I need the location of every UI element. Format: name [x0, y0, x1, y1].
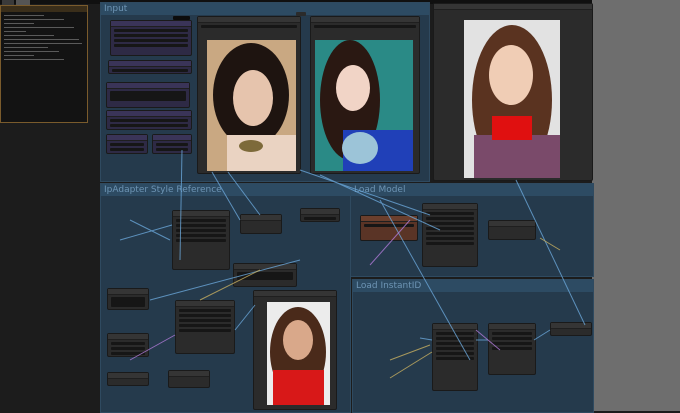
node[interactable] — [240, 214, 282, 234]
node-size[interactable] — [106, 110, 192, 130]
output-image — [464, 20, 560, 178]
node-lora-loader-2[interactable] — [488, 220, 536, 240]
node-empty-latent[interactable] — [107, 333, 149, 357]
style-portrait-icon — [315, 40, 413, 171]
node-prompt[interactable] — [106, 82, 190, 108]
preview-image — [267, 302, 330, 405]
node-steps[interactable] — [152, 134, 192, 154]
group-title: Input — [101, 3, 429, 15]
side-panel — [592, 0, 680, 411]
node-ksampler[interactable] — [175, 300, 235, 354]
node-settings[interactable] — [110, 20, 192, 56]
reference-face-image — [207, 40, 296, 171]
node-ipadapter[interactable] — [172, 210, 230, 270]
badge — [296, 12, 306, 16]
notes-header — [1, 6, 87, 12]
node-note[interactable] — [107, 288, 149, 310]
node-seed[interactable] — [106, 134, 148, 154]
node-vae-decode-2[interactable] — [550, 322, 592, 336]
style-reference-image — [315, 40, 413, 171]
node-model-select[interactable] — [108, 60, 192, 74]
node-apply-instantid[interactable] — [432, 323, 478, 391]
output-portrait-icon — [464, 20, 560, 178]
preview-portrait-icon — [267, 302, 330, 405]
group-title: IpAdapter Style Reference — [101, 184, 350, 196]
node[interactable] — [168, 370, 210, 388]
group-title: Load InstantID — [353, 280, 593, 292]
notes-node[interactable] — [0, 5, 88, 123]
node-ksampler-2[interactable] — [488, 323, 536, 375]
node-text[interactable] — [233, 263, 297, 287]
node[interactable] — [300, 208, 340, 222]
node-load-checkpoint[interactable] — [360, 215, 418, 241]
node-vae-decode[interactable] — [107, 372, 149, 386]
group-title: Load Model — [351, 184, 593, 196]
face-portrait-icon — [207, 40, 296, 171]
node-lora-loader[interactable] — [422, 203, 478, 267]
